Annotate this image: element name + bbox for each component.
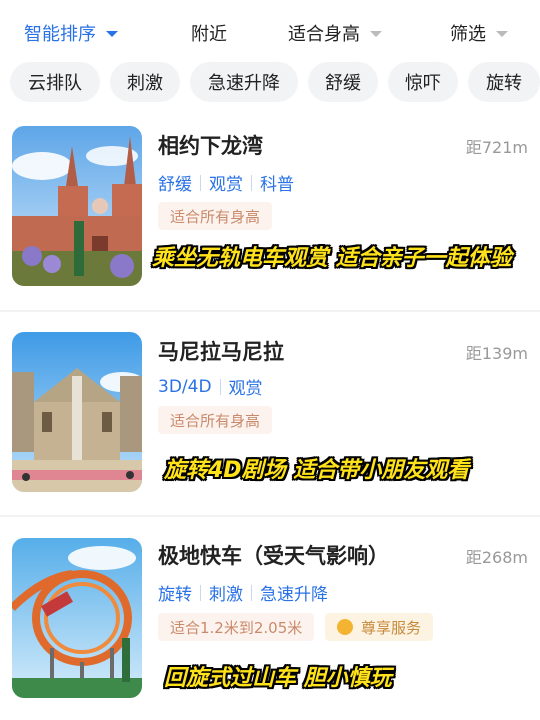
- attraction-title: 极地快车（受天气影响）: [158, 544, 389, 568]
- attraction-card[interactable]: 马尼拉马尼拉 距139m 3D/4D 观赏 适合所有身高 旋转4D剧场 适合带小…: [0, 320, 540, 514]
- caption-overlay: 乘坐无轨电车观赏 适合亲子一起体验: [152, 246, 512, 271]
- sort-bar: 智能排序 附近 适合身高 筛选: [0, 0, 540, 56]
- chip-label: 刺激: [127, 73, 163, 94]
- attraction-card[interactable]: 极地快车（受天气影响） 距268m 旋转 刺激 急速升降 适合1.2米到2.05…: [0, 524, 540, 720]
- attraction-distance: 距721m: [465, 138, 528, 157]
- attraction-image-coaster: [12, 538, 142, 698]
- tag: 科普: [260, 175, 294, 195]
- chevron-down-icon: [106, 31, 118, 37]
- tag: 3D/4D: [158, 376, 212, 397]
- chip-cloud-queue[interactable]: 云排队: [10, 62, 100, 102]
- sort-nearby[interactable]: 附近: [191, 20, 227, 46]
- tag: 刺激: [209, 585, 243, 605]
- attraction-distance: 距139m: [465, 344, 528, 363]
- chip-gentle[interactable]: 舒缓: [308, 62, 378, 102]
- chip-label: 惊吓: [405, 73, 441, 94]
- crown-icon: [337, 619, 353, 635]
- chip-spin[interactable]: 旋转: [468, 62, 540, 102]
- sort-height-label: 适合身高: [288, 24, 360, 45]
- sort-filter-label: 筛选: [450, 24, 486, 45]
- attraction-distance: 距268m: [465, 548, 528, 567]
- chip-label: 旋转: [486, 73, 522, 94]
- attraction-card[interactable]: 相约下龙湾 距721m 舒缓 观赏 科普 适合所有身高 乘坐无轨电车观赏 适合亲…: [0, 116, 540, 310]
- tag: 观赏: [228, 379, 263, 399]
- tag: 旋转: [158, 585, 192, 605]
- tag: 急速升降: [260, 585, 328, 605]
- premium-service-label: 尊享服务: [361, 618, 422, 637]
- height-badge: 适合所有身高: [158, 202, 273, 230]
- chevron-down-icon: [370, 31, 382, 37]
- tag-separator: [200, 174, 201, 191]
- tag: 观赏: [209, 175, 243, 195]
- attraction-title: 相约下龙湾: [158, 134, 263, 158]
- divider: [0, 515, 540, 517]
- sort-smart-label: 智能排序: [24, 24, 96, 45]
- sort-nearby-label: 附近: [191, 24, 227, 45]
- chip-thrill[interactable]: 刺激: [110, 62, 180, 102]
- tag-separator: [219, 378, 221, 395]
- chip-scary[interactable]: 惊吓: [388, 62, 458, 102]
- attraction-tags: 旋转 刺激 急速升降: [158, 580, 328, 605]
- attraction-image-church: [12, 332, 142, 492]
- attraction-tags: 舒缓 观赏 科普: [158, 170, 294, 195]
- attraction-image-cathedral: [12, 126, 142, 286]
- tag: 舒缓: [158, 175, 192, 195]
- attraction-tags: 3D/4D 观赏: [158, 374, 263, 400]
- divider: [0, 310, 540, 312]
- tag-separator: [200, 584, 201, 601]
- chip-label: 急速升降: [208, 73, 280, 94]
- height-badge: 适合所有身高: [158, 406, 273, 434]
- chip-label: 舒缓: [325, 73, 361, 94]
- chip-drop[interactable]: 急速升降: [190, 62, 298, 102]
- attraction-title: 马尼拉马尼拉: [158, 340, 284, 364]
- sort-smart[interactable]: 智能排序: [24, 20, 118, 46]
- tag-separator: [251, 174, 252, 191]
- sort-filter[interactable]: 筛选: [450, 20, 508, 46]
- premium-service-badge[interactable]: 尊享服务: [325, 613, 434, 641]
- category-chips: 云排队 刺激 急速升降 舒缓 惊吓 旋转: [10, 62, 540, 104]
- height-badge: 适合1.2米到2.05米: [158, 613, 315, 641]
- caption-overlay: 回旋式过山车 胆小慎玩: [164, 666, 392, 691]
- tag-separator: [251, 584, 252, 601]
- chip-label: 云排队: [28, 73, 82, 94]
- caption-overlay: 旋转4D剧场 适合带小朋友观看: [164, 458, 470, 483]
- sort-height[interactable]: 适合身高: [288, 20, 382, 46]
- chevron-down-icon: [496, 31, 508, 37]
